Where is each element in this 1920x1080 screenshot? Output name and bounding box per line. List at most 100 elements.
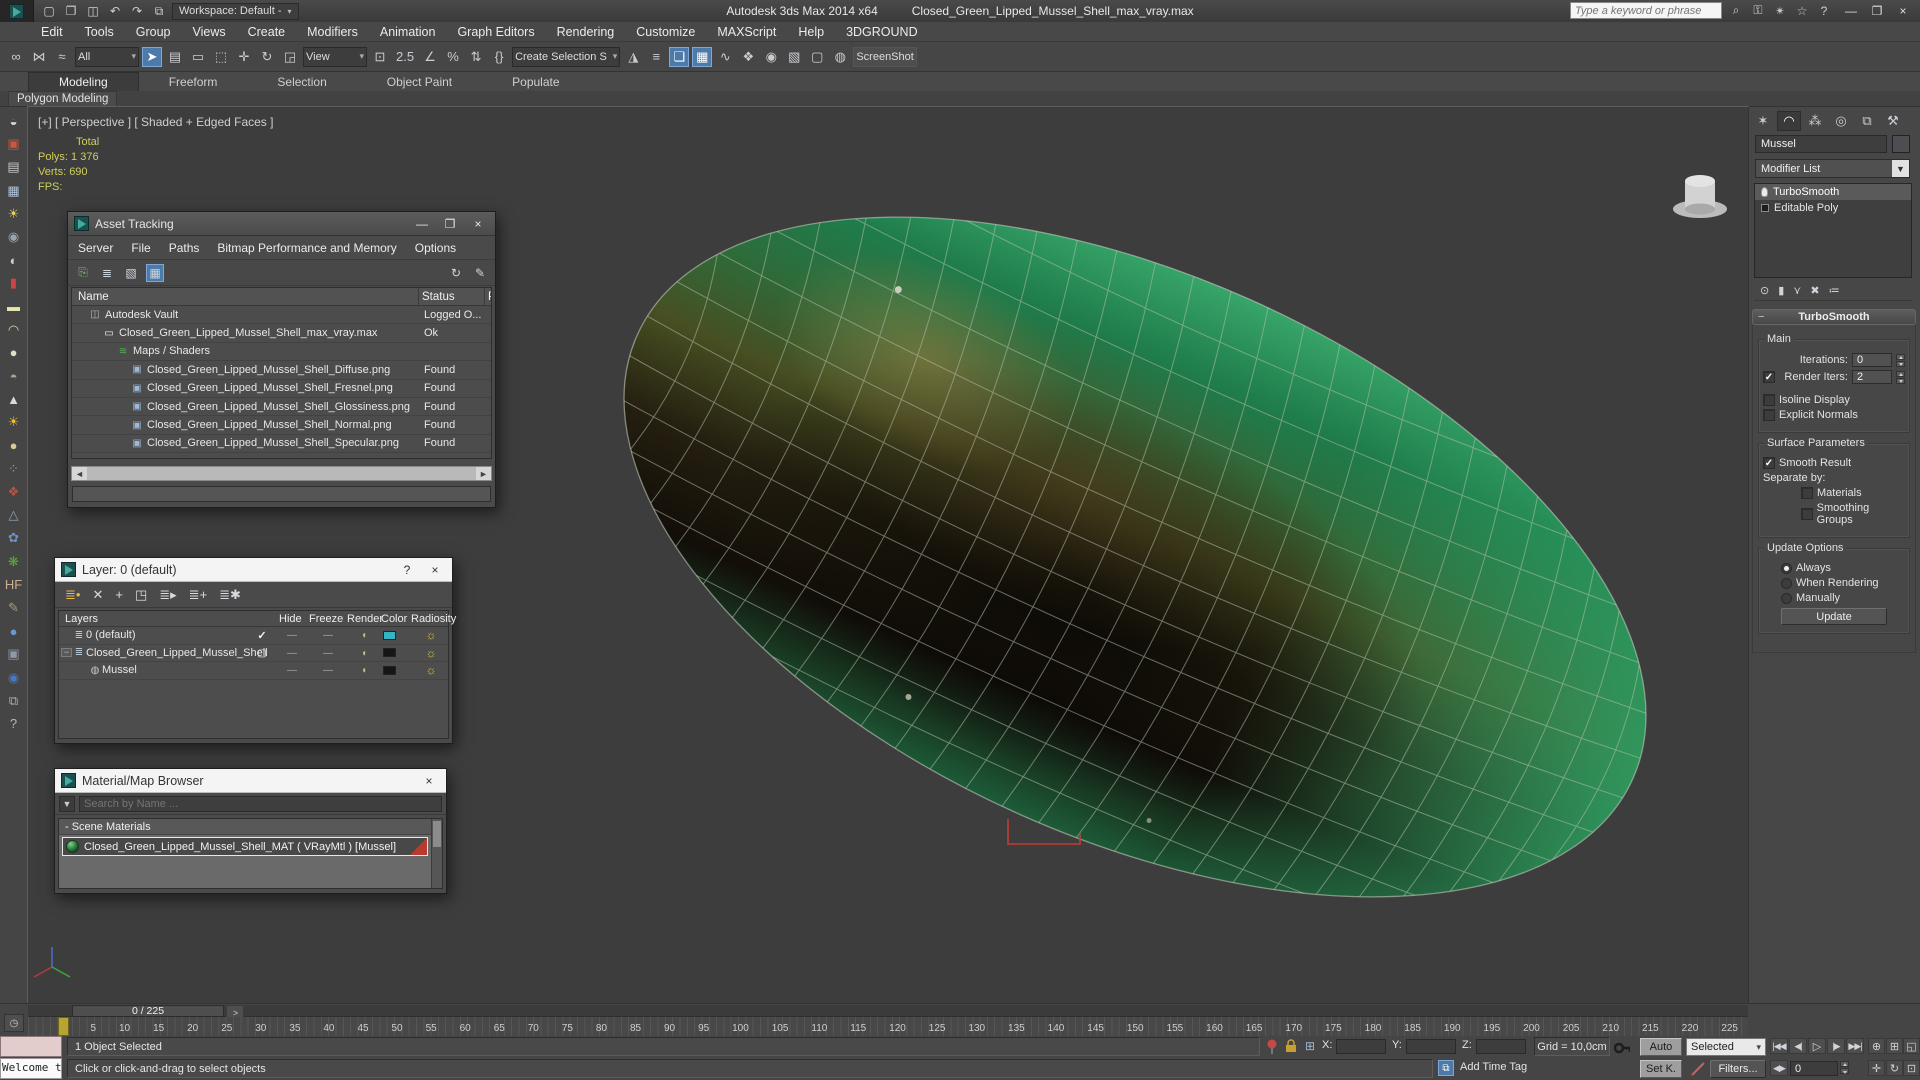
modifier-icon[interactable] xyxy=(1761,204,1769,212)
name-column-header[interactable]: Name xyxy=(72,291,109,303)
menu-item[interactable]: File xyxy=(131,241,150,255)
smoothing-groups-checkbox[interactable] xyxy=(1801,508,1813,520)
show-end-result-icon[interactable]: ▮ xyxy=(1778,284,1784,297)
asset-tracking-titlebar[interactable]: Asset Tracking — ❐ × xyxy=(68,212,495,236)
selection-filter-dropdown[interactable]: All xyxy=(75,46,139,67)
menu-item[interactable]: Graph Editors xyxy=(446,25,545,39)
freeze-toggle[interactable] xyxy=(311,647,345,659)
auto-key-button[interactable]: Auto xyxy=(1640,1038,1682,1056)
modifier-icon[interactable] xyxy=(1761,187,1768,197)
radiosity-column-header[interactable]: Radiosity xyxy=(411,613,456,625)
pyramid-icon[interactable]: △ xyxy=(3,505,25,525)
sun-icon[interactable]: ☀ xyxy=(3,412,25,432)
tab-motion[interactable]: ◎ xyxy=(1829,111,1853,131)
maximize-button[interactable]: ❐ xyxy=(1864,0,1890,22)
x-coordinate-field[interactable] xyxy=(1336,1039,1386,1054)
color-column-header[interactable]: Color xyxy=(381,613,407,625)
rollout-header[interactable]: − TurboSmooth xyxy=(1752,309,1916,325)
freeze-toggle[interactable] xyxy=(311,664,345,676)
asset-row[interactable]: Closed_Green_Lipped_Mussel_Shell_Diffuse… xyxy=(72,361,491,380)
orbit-icon[interactable]: ↻ xyxy=(1886,1060,1903,1076)
redo-icon[interactable]: ↷ xyxy=(128,3,146,19)
align-button[interactable]: ≡ xyxy=(646,47,666,67)
when-rendering-radio[interactable] xyxy=(1781,577,1792,589)
scene-materials-section-header[interactable]: - Scene Materials xyxy=(59,819,431,835)
isolate-pin-icon[interactable] xyxy=(1264,1038,1280,1054)
layer-manager-button[interactable]: ❏ xyxy=(669,46,690,67)
ribbon-tab[interactable]: Populate xyxy=(482,73,589,91)
menu-item[interactable]: Animation xyxy=(369,25,447,39)
manually-radio[interactable] xyxy=(1781,592,1792,604)
thumbnail-view-icon[interactable]: ▧ xyxy=(122,264,140,282)
camera-icon[interactable]: ◉ xyxy=(3,227,25,247)
scroll-left-icon[interactable]: ◄ xyxy=(72,467,87,480)
add-time-tag[interactable]: Add Time Tag xyxy=(1460,1061,1527,1073)
unlink-selection-icon[interactable]: ⋈ xyxy=(29,47,49,67)
tab-display[interactable]: ⧉ xyxy=(1855,111,1879,131)
tab-utilities[interactable]: ⚒ xyxy=(1881,111,1905,131)
open-mini-track-icon[interactable]: ◷ xyxy=(4,1014,24,1032)
search-icon[interactable]: ⌕ xyxy=(1728,3,1744,18)
menu-item[interactable]: Tools xyxy=(74,25,125,39)
config-icon[interactable]: ▣ xyxy=(3,644,25,664)
table-view-icon[interactable]: ▦ xyxy=(146,263,164,282)
asset-row[interactable]: Closed_Green_Lipped_Mussel_Shell_Specula… xyxy=(72,435,491,454)
tab-create[interactable]: ✶ xyxy=(1751,111,1775,131)
layer-window-titlebar[interactable]: Layer: 0 (default) ? × xyxy=(55,558,452,582)
render-toggle[interactable] xyxy=(349,647,379,659)
percent-snap-toggle[interactable]: % xyxy=(443,47,463,67)
refresh-icon[interactable]: ↻ xyxy=(447,264,465,282)
subscription-key-icon[interactable]: ⚿ xyxy=(1750,3,1766,18)
select-and-link-icon[interactable]: ∞ xyxy=(6,47,26,67)
frame-display[interactable]: 0 / 225 xyxy=(72,1005,224,1017)
workspace-dropdown[interactable]: Workspace: Default - ▾ xyxy=(172,2,299,20)
menu-item[interactable]: Group xyxy=(125,25,182,39)
light-icon[interactable]: ◐ xyxy=(3,250,25,270)
curve-editor-button[interactable]: ∿ xyxy=(715,47,735,67)
highlight-layer-icon[interactable]: ≣+ xyxy=(189,587,207,603)
set-key-icon[interactable] xyxy=(1614,1040,1630,1056)
menu-item[interactable]: Paths xyxy=(169,241,200,255)
update-button[interactable]: Update xyxy=(1781,608,1887,625)
key-filter-dropdown[interactable]: Selected xyxy=(1686,1038,1766,1056)
modifier-list-dropdown[interactable]: Modifier List ▼ xyxy=(1755,159,1910,178)
layer-row[interactable]: 0 (default) xyxy=(59,627,448,645)
layer-properties-icon[interactable]: ≣✱ xyxy=(219,587,241,603)
render-toggle[interactable] xyxy=(349,629,379,641)
close-icon[interactable]: × xyxy=(424,563,446,577)
asset-row[interactable]: Closed_Green_Lipped_Mussel_Shell_Glossin… xyxy=(72,398,491,417)
render-iters-spinner[interactable] xyxy=(1896,370,1905,384)
render-toggle[interactable] xyxy=(349,664,379,676)
mirror-button[interactable]: ◮ xyxy=(623,47,643,67)
asset-row[interactable]: Autodesk Vault Logged O... xyxy=(72,306,491,325)
menu-item[interactable]: Views xyxy=(181,25,236,39)
hide-toggle[interactable] xyxy=(277,664,307,676)
freeze-toggle[interactable] xyxy=(311,629,345,641)
configure-modifier-sets-icon[interactable]: ≔ xyxy=(1829,284,1840,297)
render-column-header[interactable]: Render xyxy=(347,613,383,625)
layer-row[interactable]: Mussel xyxy=(59,662,448,680)
application-menu-button[interactable] xyxy=(0,0,34,22)
select-and-move-button[interactable]: ✛ xyxy=(234,47,254,67)
object-name-field[interactable]: Mussel xyxy=(1755,135,1887,153)
material-search-input[interactable] xyxy=(79,795,442,812)
angle-snap-toggle[interactable]: ∠ xyxy=(420,47,440,67)
material-item[interactable]: Closed_Green_Lipped_Mussel_Shell_MAT ( V… xyxy=(62,837,428,856)
list-view-icon[interactable]: ≣ xyxy=(98,264,116,282)
brush-icon[interactable]: ✎ xyxy=(3,598,25,618)
track-bar-ruler[interactable]: 0510152025303540455055606570758085909510… xyxy=(28,1017,1748,1037)
close-icon[interactable]: × xyxy=(418,774,440,788)
layer-color-swatch[interactable] xyxy=(383,648,396,658)
render-production-button[interactable]: ◍ xyxy=(830,47,850,67)
use-pivot-center-button[interactable]: ⊡ xyxy=(370,47,390,67)
modifier-stack-row[interactable]: Editable Poly xyxy=(1755,200,1911,216)
modifier-stack-row[interactable]: TurboSmooth xyxy=(1755,184,1911,200)
frame-spinner[interactable] xyxy=(1840,1061,1849,1074)
mountain-icon[interactable]: ▲ xyxy=(3,389,25,409)
pan-icon[interactable]: ✛ xyxy=(1868,1060,1885,1076)
time-slider-track[interactable]: 0 / 225 > xyxy=(28,1005,1748,1021)
make-unique-icon[interactable]: ⋎ xyxy=(1793,284,1801,297)
undo-icon[interactable]: ↶ xyxy=(106,3,124,19)
iterations-field[interactable]: 0 xyxy=(1852,353,1892,367)
add-to-layer-icon[interactable]: + xyxy=(115,587,123,602)
